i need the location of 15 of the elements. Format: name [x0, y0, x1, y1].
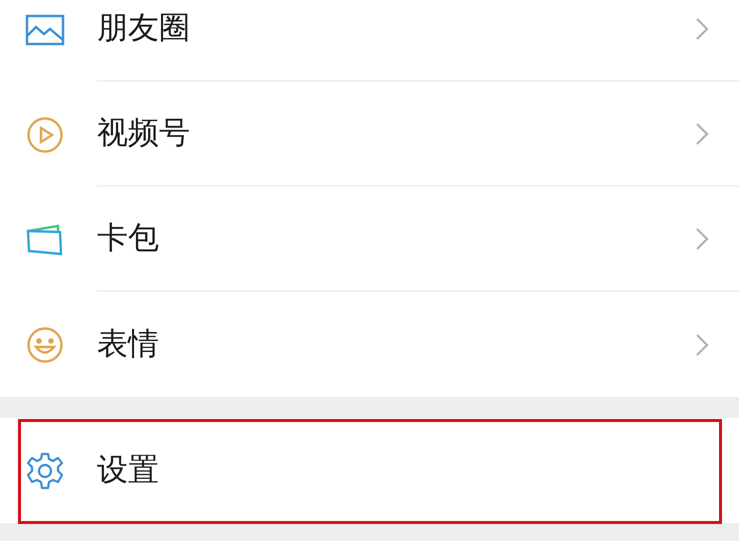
- menu-item[interactable]: 设置: [0, 418, 739, 523]
- menu-label: 卡包: [97, 219, 160, 258]
- card-wallet-icon: [24, 222, 64, 256]
- menu-item[interactable]: 视频号: [0, 82, 739, 187]
- menu-item[interactable]: 表情: [0, 292, 739, 397]
- menu-label: 视频号: [97, 114, 191, 152]
- menu-label: 朋友圈: [97, 9, 191, 48]
- menu-item[interactable]: 朋友圈: [0, 0, 739, 82]
- landscape-picture-icon: [24, 14, 64, 46]
- settings-icon: [24, 450, 64, 490]
- smiley-face-icon: [26, 326, 64, 364]
- menu-item[interactable]: 卡包: [0, 187, 739, 292]
- menu-label: 表情: [97, 325, 160, 364]
- play-circle-icon: [26, 116, 64, 154]
- menu-label: 设置: [97, 451, 160, 490]
